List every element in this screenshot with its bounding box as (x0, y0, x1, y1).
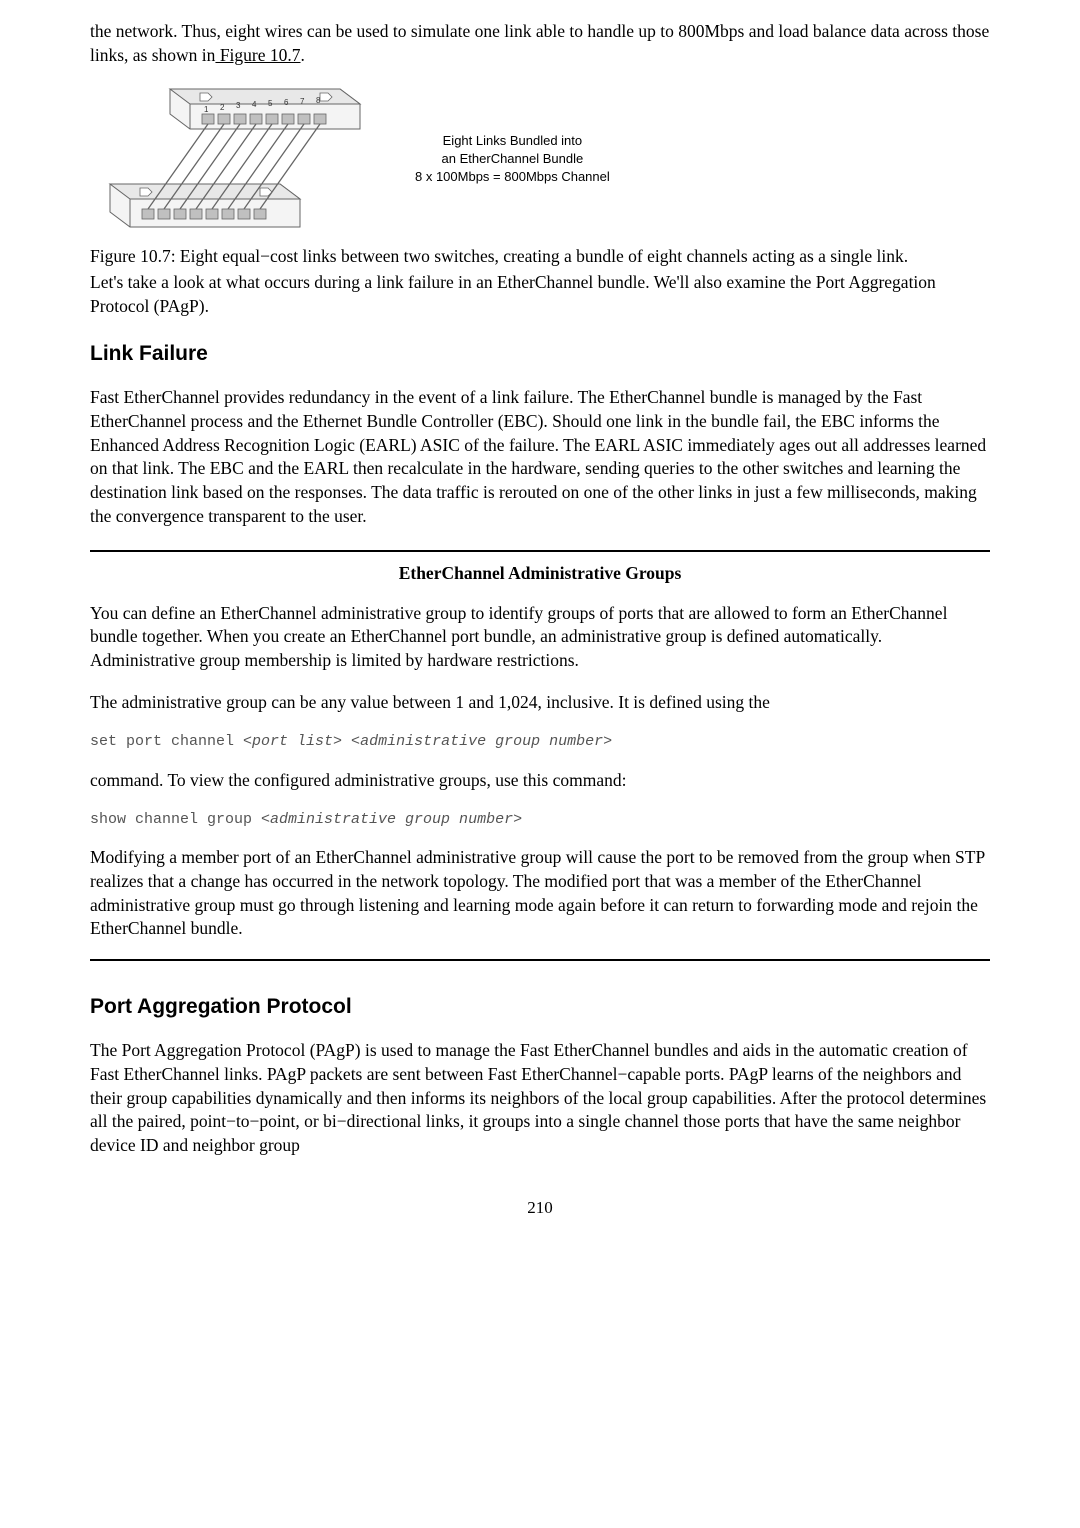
heading-link-failure: Link Failure (90, 340, 990, 368)
box-p1: You can define an EtherChannel administr… (90, 602, 990, 673)
svg-text:5: 5 (268, 99, 273, 108)
figure-caption: Figure 10.7: Eight equal−cost links betw… (90, 245, 990, 269)
code-show-channel-group: show channel group <administrative group… (90, 810, 990, 830)
heading-pagp: Port Aggregation Protocol (90, 993, 990, 1021)
svg-text:7: 7 (300, 97, 305, 106)
switches-svg: 1 2 3 4 5 6 7 8 (90, 79, 380, 239)
bundle-line2: an EtherChannel Bundle (415, 150, 610, 168)
box-title: EtherChannel Administrative Groups (90, 562, 990, 586)
pagp-body: The Port Aggregation Protocol (PAgP) is … (90, 1039, 990, 1157)
svg-text:3: 3 (236, 101, 241, 110)
link-failure-body: Fast EtherChannel provides redundancy in… (90, 386, 990, 528)
bundle-text: Eight Links Bundled into an EtherChannel… (415, 132, 610, 187)
intro-end: . (301, 45, 305, 65)
box-p4: Modifying a member port of an EtherChann… (90, 846, 990, 941)
intro-paragraph: the network. Thus, eight wires can be us… (90, 20, 990, 67)
svg-text:6: 6 (284, 98, 289, 107)
intro2-paragraph: Let's take a look at what occurs during … (90, 271, 990, 318)
code-set-port-channel: set port channel <port list> <administra… (90, 732, 990, 752)
svg-text:8: 8 (316, 96, 321, 105)
box-p2: The administrative group can be any valu… (90, 691, 990, 715)
page-number: 210 (90, 1197, 990, 1220)
bundle-line1: Eight Links Bundled into (415, 132, 610, 150)
svg-text:2: 2 (220, 103, 225, 112)
bundle-line3: 8 x 100Mbps = 800Mbps Channel (415, 168, 610, 186)
svg-text:1: 1 (204, 105, 209, 114)
box-p3: command. To view the configured administ… (90, 769, 990, 793)
figure-etherchannel-diagram: 1 2 3 4 5 6 7 8 (90, 79, 990, 239)
svg-text:4: 4 (252, 100, 257, 109)
figure-link[interactable]: Figure 10.7 (215, 45, 300, 65)
admin-groups-box: EtherChannel Administrative Groups You c… (90, 550, 990, 961)
